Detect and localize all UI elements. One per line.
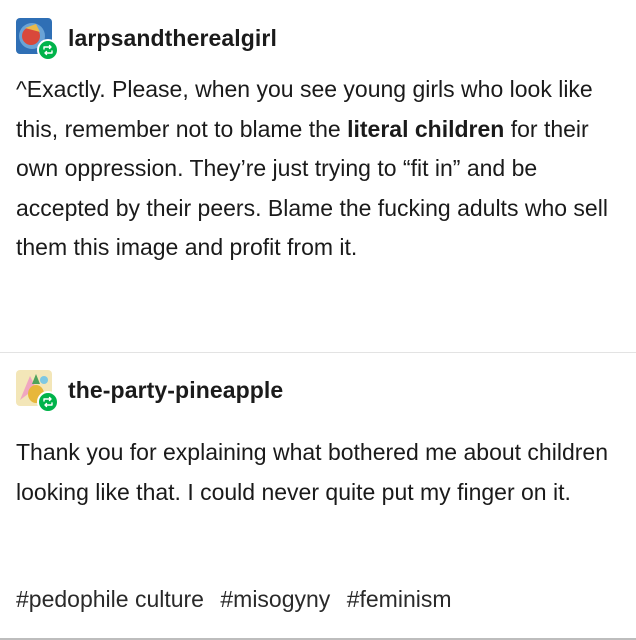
avatar[interactable] xyxy=(16,370,59,413)
username[interactable]: the-party-pineapple xyxy=(68,377,283,404)
post-body: ^Exactly. Please, when you see young gir… xyxy=(16,70,622,268)
reblog-icon xyxy=(37,391,59,413)
avatar[interactable] xyxy=(16,18,59,61)
post-paragraph: Thank you for explaining what bothered m… xyxy=(16,439,608,505)
tumblr-post-screenshot: larpsandtherealgirl ^Exactly. Please, wh… xyxy=(0,0,636,640)
tag-pedophile-culture[interactable]: #pedophile culture xyxy=(16,586,204,612)
tag-misogyny[interactable]: #misogyny xyxy=(220,586,330,612)
post-header: larpsandtherealgirl xyxy=(16,14,622,62)
post-paragraph: ^Exactly. Please, when you see young gir… xyxy=(16,70,622,268)
post-header: the-party-pineapple xyxy=(16,366,622,414)
post-text-bold: literal children xyxy=(347,115,505,142)
post-body: Thank you for explaining what bothered m… xyxy=(16,432,622,512)
tag-feminism[interactable]: #feminism xyxy=(347,586,452,612)
tag-list: #pedophile culture #misogyny #feminism xyxy=(16,586,452,613)
reblog-entry-1: larpsandtherealgirl ^Exactly. Please, wh… xyxy=(0,14,636,268)
reblog-icon xyxy=(37,39,59,61)
reblog-divider xyxy=(0,352,636,353)
reblog-entry-2: the-party-pineapple Thank you for explai… xyxy=(0,366,636,512)
username[interactable]: larpsandtherealgirl xyxy=(68,25,277,52)
